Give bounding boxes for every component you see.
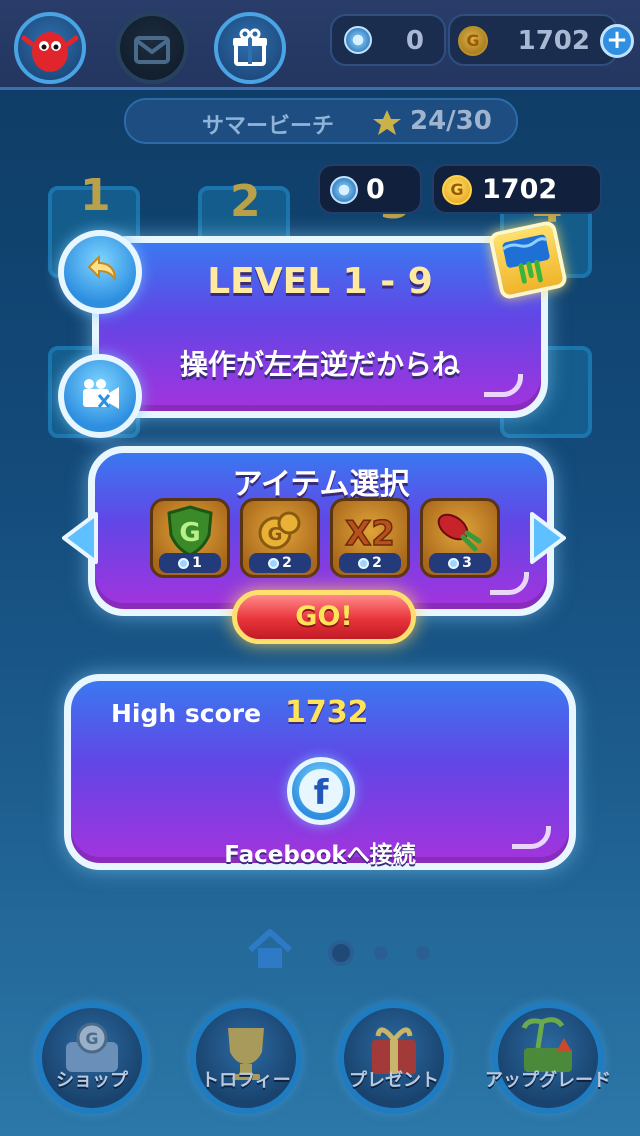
present-icon (372, 1027, 416, 1074)
medal-counter: 0 (318, 164, 422, 214)
top-medal-counter: 0 (330, 14, 446, 66)
page-indicator-dot[interactable] (416, 946, 430, 960)
high-score-value: 1732 (285, 695, 369, 730)
top-medal-count: 0 (405, 26, 424, 56)
trophy-icon (228, 1028, 264, 1080)
item-next-arrow-icon[interactable] (528, 510, 568, 566)
gift-button[interactable] (214, 12, 286, 84)
item-cost: 2 (339, 553, 401, 573)
medal-icon (448, 557, 460, 569)
world-stars: 24/30 (410, 106, 492, 136)
page-indicator-dot[interactable] (374, 946, 388, 960)
item-cost: 2 (249, 553, 311, 573)
nav-shop-button[interactable]: G (36, 1002, 148, 1114)
medal-icon (358, 557, 370, 569)
item-rocket-button[interactable]: 3 (420, 498, 500, 578)
top-coin-counter: G 1702 (448, 14, 618, 66)
level-hint: 操作が左右逆だからね (179, 348, 460, 381)
nav-trophy-button[interactable] (190, 1002, 302, 1114)
coin-bonus-icon: G (258, 511, 301, 550)
x2-icon: X2 (344, 513, 395, 555)
top-coin-count: 1702 (517, 26, 590, 56)
home-icon[interactable] (246, 928, 294, 972)
add-coins-button[interactable]: + (600, 24, 634, 58)
medal-icon (178, 557, 190, 569)
score-panel: High score 1732 f Facebookへ接続 (64, 674, 576, 870)
profile-avatar-button[interactable] (14, 12, 86, 84)
svg-text:G: G (179, 518, 200, 548)
medal-icon (268, 557, 280, 569)
item-cost: 3 (429, 553, 491, 573)
nav-present-label: プレゼント (349, 1070, 439, 1091)
gift-icon (233, 28, 267, 66)
back-button[interactable] (58, 230, 142, 314)
level-theme-badge (487, 219, 569, 301)
nav-trophy-label: トロフィー (201, 1070, 291, 1091)
nav-upgrade-button[interactable] (492, 1002, 604, 1114)
go-button[interactable]: GO! (232, 590, 416, 644)
level-number: 1 (80, 170, 111, 221)
svg-text:G: G (268, 524, 283, 545)
nav-present-button[interactable] (338, 1002, 450, 1114)
coin-icon: G (442, 175, 472, 205)
world-title-bar: サマービーチ 24/30 (124, 98, 518, 144)
video-camera-icon (83, 379, 119, 409)
coin-counter: G 1702 (432, 164, 602, 214)
rocket-icon (437, 513, 482, 552)
medal-icon (344, 26, 372, 54)
back-arrow-icon (87, 254, 117, 283)
item-panel-title: アイテム選択 (232, 467, 410, 502)
level-title: LEVEL 1 - 9 (207, 261, 433, 302)
shield-icon: G (167, 505, 213, 557)
replay-video-button[interactable] (58, 354, 142, 438)
nav-upgrade-label: アップグレード (485, 1070, 611, 1091)
facebook-connect-button[interactable]: f (287, 757, 355, 825)
island-icon (521, 1017, 572, 1072)
mail-button[interactable] (116, 12, 188, 84)
item-double-score-button[interactable]: X2 2 (330, 498, 410, 578)
world-name: サマービーチ (202, 114, 335, 139)
svg-text:f: f (314, 773, 330, 813)
coin-icon: G (458, 26, 488, 56)
facebook-connect-label[interactable]: Facebookへ接続 (71, 835, 569, 869)
svg-text:X2: X2 (345, 514, 395, 554)
medal-icon (330, 176, 358, 204)
top-bar: 0 G 1702 + (0, 0, 640, 90)
item-cost: 1 (159, 553, 221, 573)
star-icon (373, 110, 401, 135)
coin-count: 1702 (482, 174, 558, 205)
level-info-panel: LEVEL 1 - 9 操作が左右逆だからね (92, 236, 548, 418)
level-number: 2 (230, 176, 261, 227)
paint-roller-icon (502, 234, 550, 284)
mail-icon (134, 36, 170, 64)
facebook-icon: f (299, 769, 343, 813)
medal-count: 0 (366, 174, 385, 205)
page-indicator-dot-active[interactable] (328, 940, 354, 966)
shop-icon: G (66, 1022, 118, 1072)
item-coin-bonus-button[interactable]: G 2 (240, 498, 320, 578)
item-prev-arrow-icon[interactable] (60, 510, 100, 566)
svg-text:G: G (85, 1029, 98, 1048)
high-score-label: High score (111, 699, 262, 728)
red-monster-icon (21, 32, 79, 72)
item-shield-button[interactable]: G 1 (150, 498, 230, 578)
plus-icon: + (606, 25, 628, 55)
nav-shop-label: ショップ (56, 1070, 128, 1091)
